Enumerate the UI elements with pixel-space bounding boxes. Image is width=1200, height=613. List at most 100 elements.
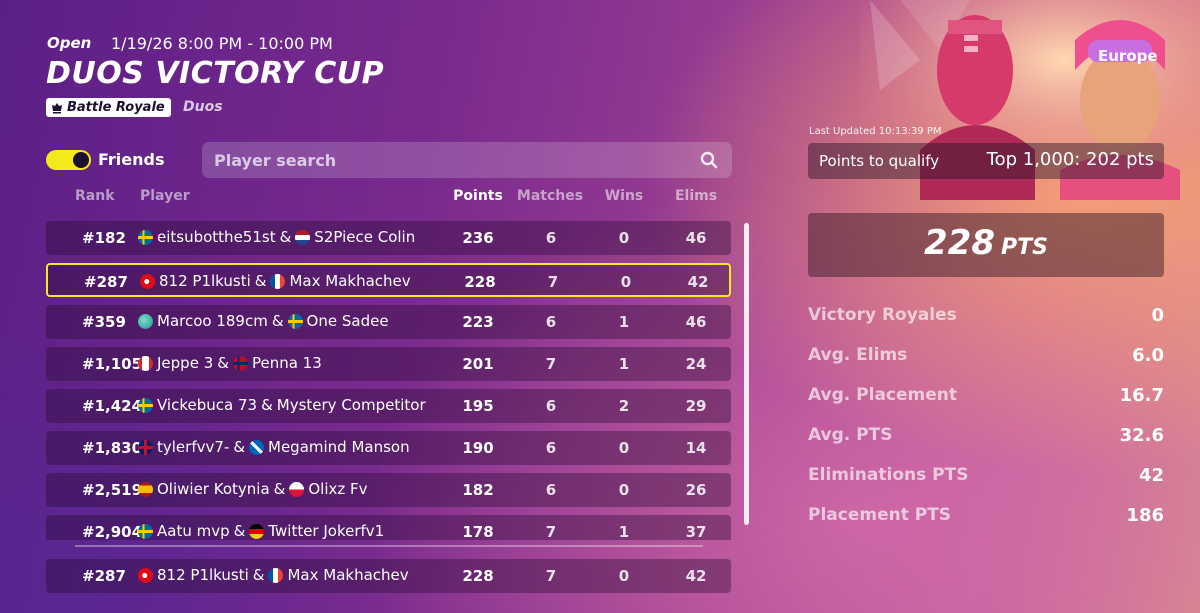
player-one-name: Jeppe 3 xyxy=(157,354,214,372)
rank-cell: #182 xyxy=(82,229,126,247)
player-two-name: Olixz Fv xyxy=(308,480,368,498)
leaderboard-row[interactable]: #1,830 tylerfvv7- & Megamind Manson 190 6 0 14 xyxy=(46,431,731,465)
rank-cell: #359 xyxy=(82,313,126,331)
flag-icon xyxy=(249,439,265,455)
player-cell: eitsubotthe51st & S2Piece Colin xyxy=(138,228,415,246)
player-two-name: Megamind Manson xyxy=(268,438,410,456)
stat-label: Eliminations PTS xyxy=(808,465,969,485)
player-two-name: S2Piece Colin xyxy=(314,228,416,246)
wins-cell: 0 xyxy=(620,273,632,291)
flag-icon xyxy=(138,229,153,245)
flag-icon xyxy=(138,481,153,497)
stat-label: Avg. Placement xyxy=(808,385,958,405)
player-one-name: Aatu mvp xyxy=(157,522,230,540)
matches-cell: 6 xyxy=(545,481,557,499)
rank-cell: #2,904 xyxy=(82,523,143,540)
flag-icon xyxy=(140,273,155,289)
wins-cell: 1 xyxy=(618,355,630,373)
stat-value: 186 xyxy=(1126,505,1164,526)
scrollbar-thumb[interactable] xyxy=(744,223,749,525)
points-cell: 228 xyxy=(464,273,496,291)
ampersand: & xyxy=(254,272,267,290)
leaderboard-row[interactable]: #182 eitsubotthe51st & S2Piece Colin 236 6 0 46 xyxy=(46,221,731,255)
wins-cell: 1 xyxy=(618,523,630,540)
rank-cell: #1,105 xyxy=(82,355,143,373)
wins-cell: 1 xyxy=(618,313,630,331)
flag-icon xyxy=(287,313,303,329)
total-points-box: 228 PTS xyxy=(808,213,1164,277)
player-two-name: Twitter Jokerfv1 xyxy=(268,522,385,540)
player-two-name: Penna 13 xyxy=(251,354,322,372)
ampersand: & xyxy=(271,312,284,330)
stat-label: Victory Royales xyxy=(808,305,957,325)
elims-cell: 14 xyxy=(685,439,707,457)
wins-cell: 0 xyxy=(618,439,630,457)
player-one-name: tylerfvv7- xyxy=(157,438,230,456)
rank-cell: #1,830 xyxy=(82,439,143,457)
stat-label: Placement PTS xyxy=(808,505,952,525)
flag-icon xyxy=(232,355,248,371)
wins-cell: 0 xyxy=(618,229,630,247)
last-updated: Last Updated 10:13:39 PM xyxy=(809,126,942,137)
points-cell: 201 xyxy=(462,355,494,373)
elims-cell: 42 xyxy=(685,567,707,585)
flag-icon xyxy=(249,523,265,539)
region-label: Europe xyxy=(1098,47,1158,65)
player-cell: Jeppe 3 & Penna 13 xyxy=(138,354,322,372)
points-cell: 190 xyxy=(462,439,494,457)
elims-cell: 26 xyxy=(685,481,707,499)
player-two-name: One Sadee xyxy=(306,312,389,330)
leaderboard-row[interactable]: #287 812 P1lkusti & Max Makhachev 228 7 0 42 xyxy=(46,263,731,297)
rank-cell: #287 xyxy=(82,567,126,585)
player-cell: 812 P1lkusti & Max Makhachev xyxy=(138,566,409,584)
stat-value: 32.6 xyxy=(1119,425,1164,446)
leaderboard-row[interactable]: #1,424 Vickebuca 73 & Mystery Competitor 195… xyxy=(46,389,731,423)
leaderboard-row[interactable]: #2,904 Aatu mvp & Twitter Jokerfv1 178 7 1 37 xyxy=(46,515,731,540)
stat-value: 6.0 xyxy=(1132,345,1164,366)
player-one-name: eitsubotthe51st xyxy=(157,228,276,246)
leaderboard-row[interactable]: #2,519 Oliwier Kotynia & Olixz Fv 182 6 0 26 xyxy=(46,473,731,507)
leaderboard-row[interactable]: #359 Marcoo 189cm & One Sadee 223 6 1 46 xyxy=(46,305,731,339)
elims-cell: 46 xyxy=(685,313,707,331)
ampersand: & xyxy=(273,480,286,498)
elims-cell: 24 xyxy=(685,355,707,373)
ampersand: & xyxy=(261,396,273,414)
elims-cell: 37 xyxy=(685,523,707,540)
points-cell: 236 xyxy=(462,229,494,247)
player-two-name: Mystery Competitor xyxy=(276,396,426,414)
qualify-box: Points to qualify Top 1,000: 202 pts xyxy=(808,143,1164,179)
matches-cell: 6 xyxy=(545,439,557,457)
matches-cell: 7 xyxy=(545,567,557,585)
wins-cell: 0 xyxy=(618,481,630,499)
ampersand: & xyxy=(217,354,229,372)
elims-cell: 42 xyxy=(687,273,709,291)
player-two-name: Max Makhachev xyxy=(287,566,409,584)
flag-icon xyxy=(270,273,286,289)
player-cell: Aatu mvp & Twitter Jokerfv1 xyxy=(138,522,384,540)
stat-value: 42 xyxy=(1138,465,1164,486)
player-one-name: Oliwier Kotynia xyxy=(157,480,270,498)
stat-label: Avg. Elims xyxy=(808,345,908,365)
points-cell: 195 xyxy=(462,397,494,415)
points-cell: 223 xyxy=(462,313,494,331)
matches-cell: 6 xyxy=(545,397,557,415)
stat-value: 0 xyxy=(1151,305,1164,326)
player-cell: tylerfvv7- & Megamind Manson xyxy=(138,438,410,456)
leaderboard-row[interactable]: #1,105 Jeppe 3 & Penna 13 201 7 1 24 xyxy=(46,347,731,381)
matches-cell: 7 xyxy=(545,523,557,540)
points-cell: 182 xyxy=(462,481,494,499)
player-one-name: Vickebuca 73 xyxy=(157,396,258,414)
player-one-name: 812 P1lkusti xyxy=(157,566,249,584)
rank-cell: #287 xyxy=(84,273,128,291)
matches-cell: 7 xyxy=(547,273,559,291)
qualify-value: Top 1,000: 202 pts xyxy=(986,149,1154,170)
player-one-name: Marcoo 189cm xyxy=(157,312,268,330)
flag-icon xyxy=(138,355,153,371)
points-cell: 178 xyxy=(462,523,494,540)
flag-icon xyxy=(138,523,153,539)
flag-icon xyxy=(268,567,284,583)
wins-cell: 0 xyxy=(618,567,630,585)
pinned-player-row[interactable]: #287 812 P1lkusti & Max Makhachev 228 7 0 42 xyxy=(46,559,731,593)
stat-value: 16.7 xyxy=(1119,385,1164,406)
qualify-label: Points to qualify xyxy=(819,152,940,170)
